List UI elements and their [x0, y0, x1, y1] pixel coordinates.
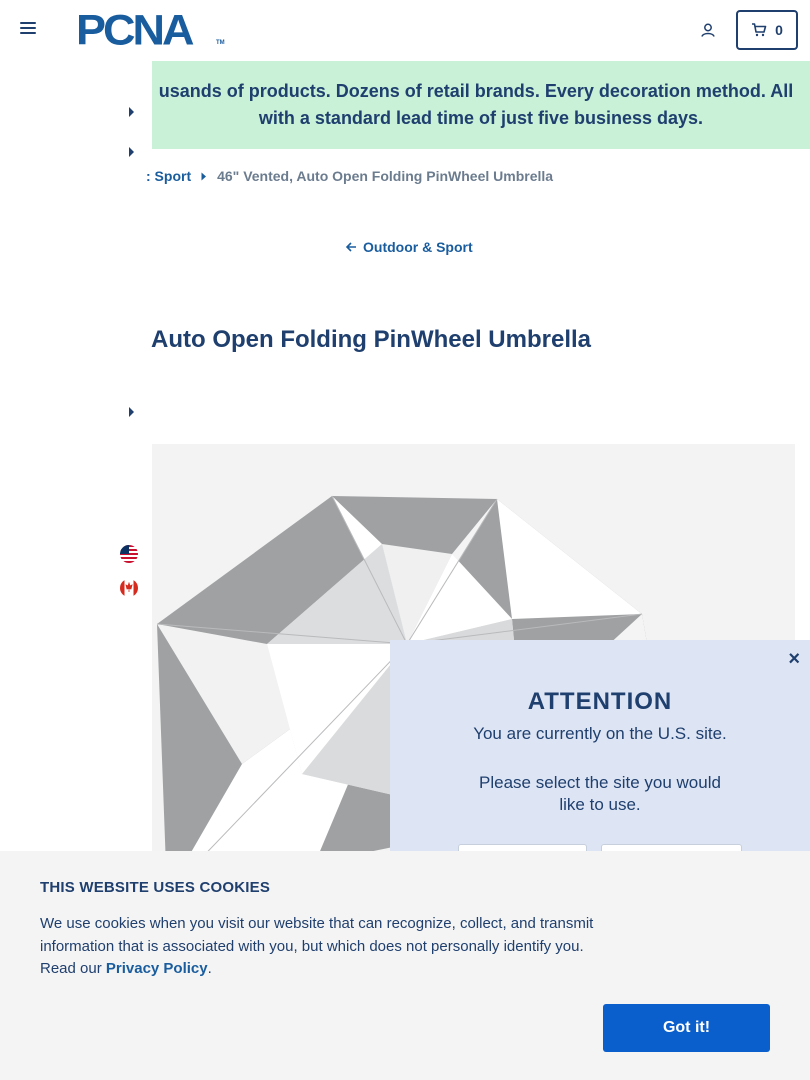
cart-count: 0 — [775, 22, 783, 38]
accept-cookies-button[interactable]: Got it! — [603, 1004, 770, 1052]
caret-right-icon[interactable] — [128, 146, 136, 158]
promo-banner: usands of products. Dozens of retail bra… — [152, 61, 810, 149]
site-selection-popup: × ATTENTION You are currently on the U.S… — [390, 640, 810, 884]
caret-right-icon[interactable] — [128, 406, 136, 418]
us-flag-icon[interactable] — [120, 545, 138, 563]
banner-line-2: with a standard lead time of just five b… — [258, 108, 704, 128]
site-header: PCNA TM 0 — [0, 0, 810, 60]
cookie-body: We use cookies when you visit our websit… — [40, 913, 610, 981]
popup-prompt: Please select the site you would like to… — [479, 773, 721, 814]
user-icon[interactable] — [700, 22, 716, 38]
logo-text: PCNA — [76, 5, 195, 54]
breadcrumb-separator-icon — [201, 172, 207, 180]
hamburger-menu-icon[interactable] — [20, 22, 36, 38]
popup-message: You are currently on the U.S. site. — [473, 724, 727, 743]
back-to-category-link[interactable]: Outdoor & Sport — [346, 239, 473, 255]
close-icon[interactable]: × — [788, 648, 800, 671]
back-link-label: Outdoor & Sport — [363, 239, 473, 255]
cookie-body-period: . — [207, 960, 212, 977]
arrow-left-icon — [346, 242, 356, 252]
caret-right-icon[interactable] — [128, 106, 136, 118]
logo-trademark: TM — [216, 40, 225, 46]
banner-line-1: usands of products. Dozens of retail bra… — [158, 81, 794, 101]
canada-flag-icon[interactable] — [120, 579, 138, 597]
cookie-banner: THIS WEBSITE USES COOKIES We use cookies… — [0, 851, 810, 1080]
popup-title: ATTENTION — [527, 688, 673, 715]
pcna-logo[interactable]: PCNA TM — [76, 5, 226, 54]
product-title: Auto Open Folding PinWheel Umbrella — [151, 326, 592, 353]
breadcrumb-current: 46" Vented, Auto Open Folding PinWheel U… — [217, 168, 554, 184]
breadcrumb: : Sport 46" Vented, Auto Open Folding Pi… — [146, 167, 553, 185]
cart-button[interactable]: 0 — [736, 10, 798, 50]
privacy-policy-link[interactable]: Privacy Policy — [106, 960, 208, 977]
cart-icon — [752, 23, 767, 37]
cookie-title: THIS WEBSITE USES COOKIES — [40, 879, 271, 896]
breadcrumb-parent-link[interactable]: : Sport — [146, 168, 191, 184]
